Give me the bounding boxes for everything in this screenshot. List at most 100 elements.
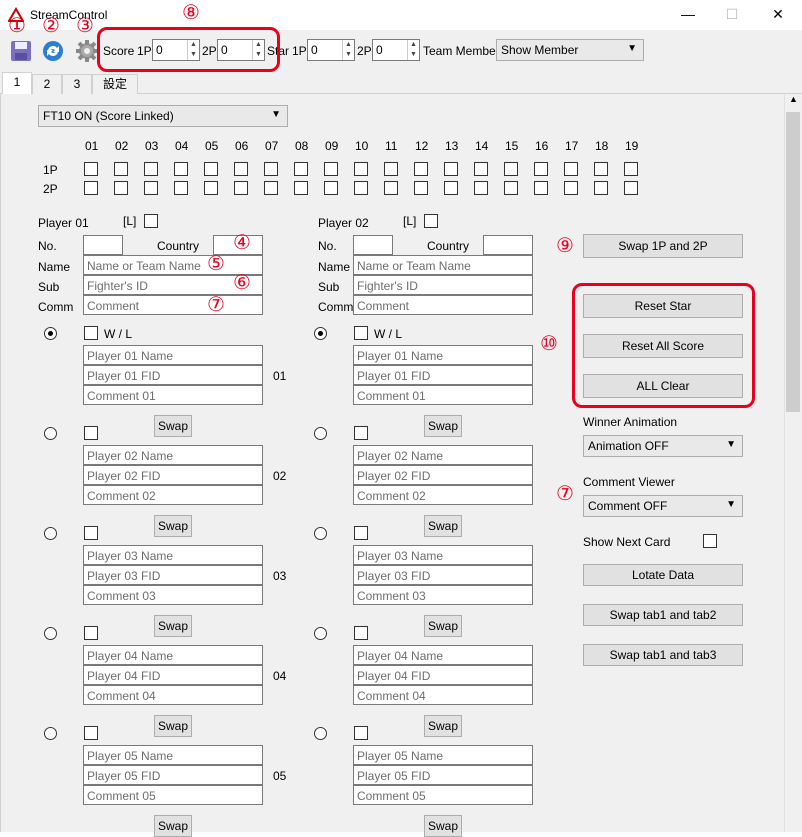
game-15-1p-checkbox[interactable]: [504, 162, 518, 176]
game-14-2p-checkbox[interactable]: [474, 181, 488, 195]
player2-comm-field[interactable]: Comment: [353, 295, 533, 315]
player2-member-4-swap-button[interactable]: Swap: [424, 615, 462, 637]
game-11-1p-checkbox[interactable]: [384, 162, 398, 176]
game-05-1p-checkbox[interactable]: [204, 162, 218, 176]
player2-member-1-radio[interactable]: [314, 327, 327, 340]
star-2p-spinner[interactable]: 0 ▲ ▼: [372, 39, 420, 61]
game-17-2p-checkbox[interactable]: [564, 181, 578, 195]
tab-settings[interactable]: 設定: [92, 74, 138, 94]
game-08-2p-checkbox[interactable]: [294, 181, 308, 195]
tab-1[interactable]: 1: [2, 72, 32, 95]
player1-member-2-swap-button[interactable]: Swap: [154, 415, 192, 437]
game-19-1p-checkbox[interactable]: [624, 162, 638, 176]
team-member-dropdown[interactable]: Show Member ▼: [496, 39, 644, 61]
player2-member-2-name-field[interactable]: Player 02 Name: [353, 445, 533, 465]
player1-member-5-fid-field[interactable]: Player 05 FID: [83, 765, 263, 785]
game-16-2p-checkbox[interactable]: [534, 181, 548, 195]
player1-member-4-radio[interactable]: [44, 627, 57, 640]
player2-member-4-name-field[interactable]: Player 04 Name: [353, 645, 533, 665]
close-button[interactable]: ✕: [768, 6, 788, 23]
player1-member-3-swap-button[interactable]: Swap: [154, 515, 192, 537]
player1-member-1-name-field[interactable]: Player 01 Name: [83, 345, 263, 365]
scrollbar-thumb[interactable]: [786, 112, 800, 412]
player1-member-5-name-field[interactable]: Player 05 Name: [83, 745, 263, 765]
game-03-1p-checkbox[interactable]: [144, 162, 158, 176]
player2-member-2-swap-button[interactable]: Swap: [424, 415, 462, 437]
player2-member-4-radio[interactable]: [314, 627, 327, 640]
comment-viewer-dropdown[interactable]: Comment OFF ▼: [583, 495, 743, 517]
show-next-card-checkbox[interactable]: [703, 534, 717, 548]
player1-member-2-comment-field[interactable]: Comment 02: [83, 485, 263, 505]
player1-member-2-radio[interactable]: [44, 427, 57, 440]
player2-member-1-fid-field[interactable]: Player 01 FID: [353, 365, 533, 385]
player2-member-5-wl-checkbox[interactable]: [354, 726, 368, 740]
game-01-2p-checkbox[interactable]: [84, 181, 98, 195]
player2-name-field[interactable]: Name or Team Name: [353, 255, 533, 275]
all-clear-button[interactable]: ALL Clear: [583, 374, 743, 398]
game-17-1p-checkbox[interactable]: [564, 162, 578, 176]
player2-member-5-radio[interactable]: [314, 727, 327, 740]
player2-member-3-fid-field[interactable]: Player 03 FID: [353, 565, 533, 585]
reset-star-button[interactable]: Reset Star: [583, 294, 743, 318]
player1-member-3-comment-field[interactable]: Comment 03: [83, 585, 263, 605]
swap-players-button[interactable]: Swap 1P and 2P: [583, 234, 743, 258]
game-10-1p-checkbox[interactable]: [354, 162, 368, 176]
refresh-icon[interactable]: [42, 40, 64, 62]
player2-member-4-wl-checkbox[interactable]: [354, 626, 368, 640]
player1-member-5-wl-checkbox[interactable]: [84, 726, 98, 740]
game-07-2p-checkbox[interactable]: [264, 181, 278, 195]
player2-member-5-name-field[interactable]: Player 05 Name: [353, 745, 533, 765]
player2-member-3-swap-button[interactable]: Swap: [424, 515, 462, 537]
player1-member-1-wl-checkbox[interactable]: [84, 326, 98, 340]
player2-sub-field[interactable]: Fighter's ID: [353, 275, 533, 295]
game-01-1p-checkbox[interactable]: [84, 162, 98, 176]
player2-member-3-comment-field[interactable]: Comment 03: [353, 585, 533, 605]
game-12-1p-checkbox[interactable]: [414, 162, 428, 176]
game-10-2p-checkbox[interactable]: [354, 181, 368, 195]
player2-member-3-wl-checkbox[interactable]: [354, 526, 368, 540]
game-02-2p-checkbox[interactable]: [114, 181, 128, 195]
swap-tab1-tab3-button[interactable]: Swap tab1 and tab3: [583, 644, 743, 666]
player1-l-checkbox[interactable]: [144, 214, 158, 228]
game-05-2p-checkbox[interactable]: [204, 181, 218, 195]
player1-member-3-fid-field[interactable]: Player 03 FID: [83, 565, 263, 585]
player2-l-checkbox[interactable]: [424, 214, 438, 228]
player1-member-5-radio[interactable]: [44, 727, 57, 740]
ft-mode-dropdown[interactable]: FT10 ON (Score Linked) ▼: [38, 105, 288, 127]
tab-2[interactable]: 2: [32, 74, 62, 94]
player2-member-5-fid-field[interactable]: Player 05 FID: [353, 765, 533, 785]
game-18-2p-checkbox[interactable]: [594, 181, 608, 195]
settings-gear-icon[interactable]: [76, 40, 98, 62]
game-12-2p-checkbox[interactable]: [414, 181, 428, 195]
player1-member-6-swap-button[interactable]: Swap: [154, 815, 192, 837]
player2-member-4-fid-field[interactable]: Player 04 FID: [353, 665, 533, 685]
player2-member-1-wl-checkbox[interactable]: [354, 326, 368, 340]
minimize-button[interactable]: —: [678, 6, 698, 22]
player1-member-2-wl-checkbox[interactable]: [84, 426, 98, 440]
player2-member-3-radio[interactable]: [314, 527, 327, 540]
spinner-arrows-icon[interactable]: ▲ ▼: [342, 40, 354, 60]
tab-3[interactable]: 3: [62, 74, 92, 94]
player2-member-1-comment-field[interactable]: Comment 01: [353, 385, 533, 405]
player1-member-4-fid-field[interactable]: Player 04 FID: [83, 665, 263, 685]
player1-member-4-comment-field[interactable]: Comment 04: [83, 685, 263, 705]
game-07-1p-checkbox[interactable]: [264, 162, 278, 176]
player2-member-3-name-field[interactable]: Player 03 Name: [353, 545, 533, 565]
reset-all-score-button[interactable]: Reset All Score: [583, 334, 743, 358]
player1-member-3-name-field[interactable]: Player 03 Name: [83, 545, 263, 565]
player1-member-2-name-field[interactable]: Player 02 Name: [83, 445, 263, 465]
game-08-1p-checkbox[interactable]: [294, 162, 308, 176]
player2-member-5-comment-field[interactable]: Comment 05: [353, 785, 533, 805]
game-06-1p-checkbox[interactable]: [234, 162, 248, 176]
player1-member-2-fid-field[interactable]: Player 02 FID: [83, 465, 263, 485]
player2-member-6-swap-button[interactable]: Swap: [424, 815, 462, 837]
player2-member-4-comment-field[interactable]: Comment 04: [353, 685, 533, 705]
player1-member-4-swap-button[interactable]: Swap: [154, 615, 192, 637]
game-02-1p-checkbox[interactable]: [114, 162, 128, 176]
player1-no-field[interactable]: [83, 235, 123, 255]
player2-member-1-name-field[interactable]: Player 01 Name: [353, 345, 533, 365]
game-04-2p-checkbox[interactable]: [174, 181, 188, 195]
spinner-arrows-icon[interactable]: ▲ ▼: [407, 40, 419, 60]
player1-member-4-name-field[interactable]: Player 04 Name: [83, 645, 263, 665]
game-14-1p-checkbox[interactable]: [474, 162, 488, 176]
